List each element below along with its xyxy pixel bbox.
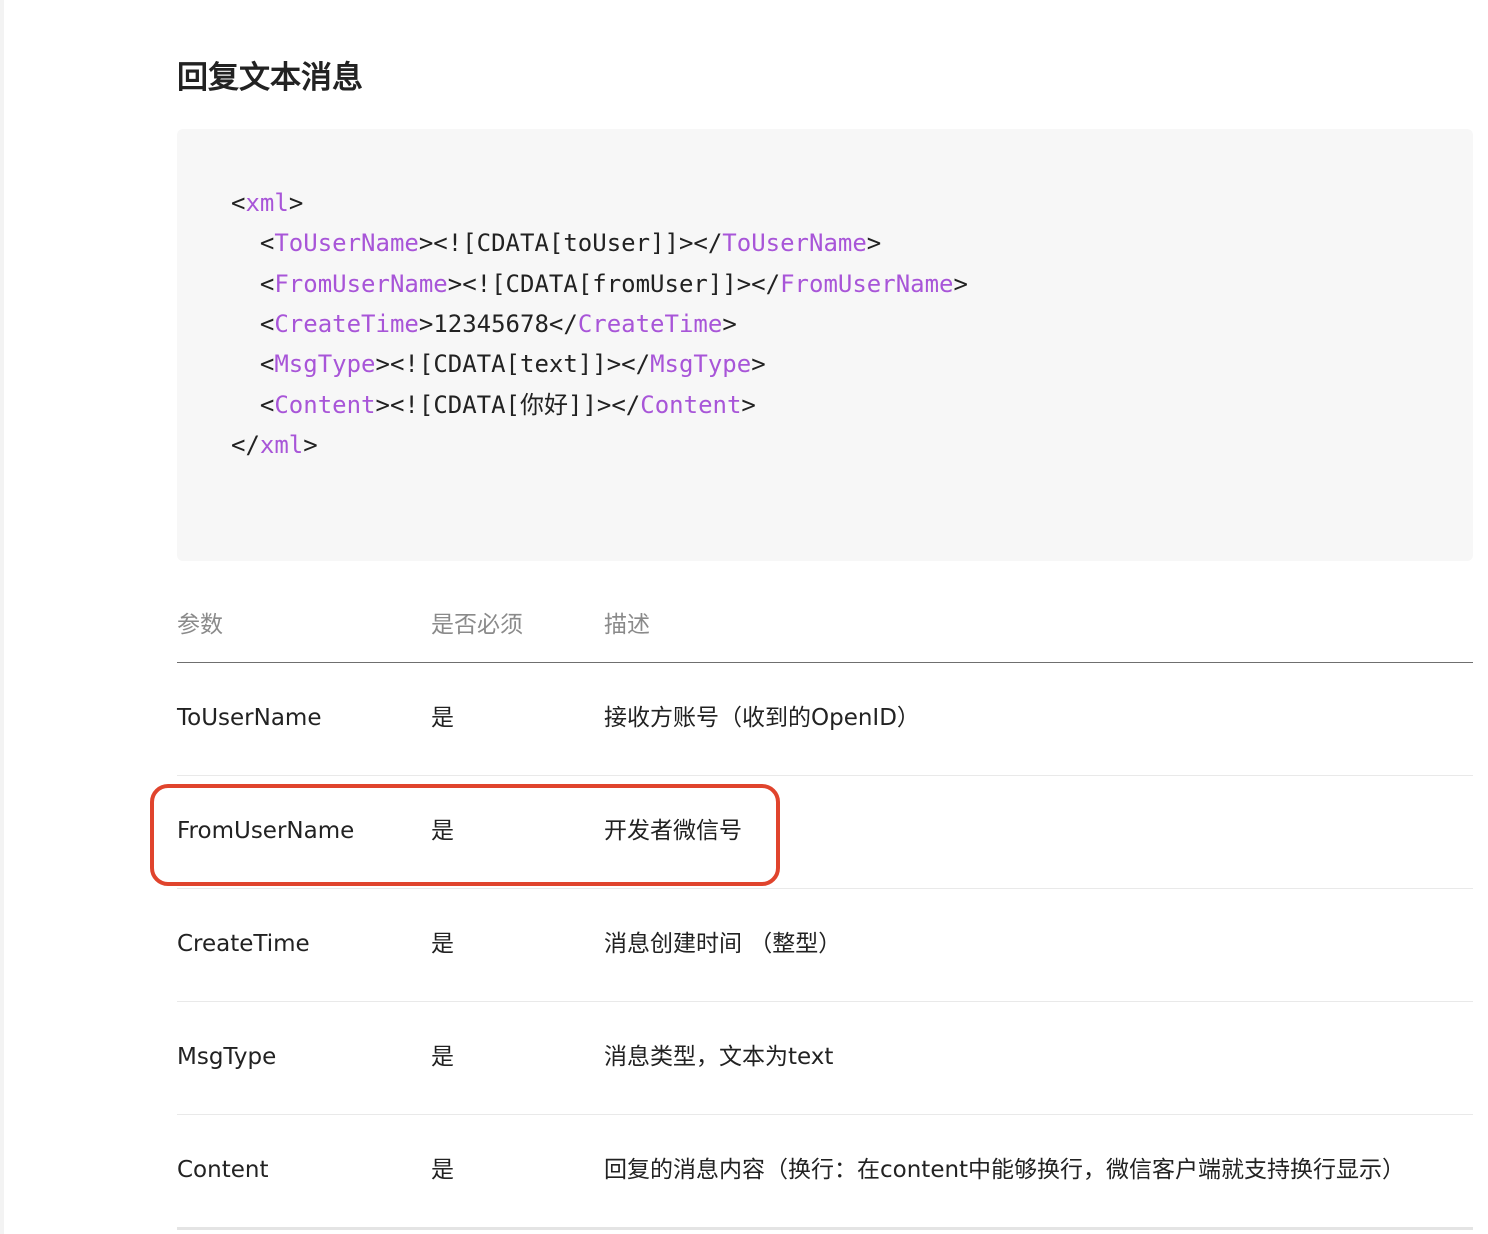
param-name: CreateTime [177, 931, 310, 957]
param-required: 是 [431, 1044, 454, 1070]
code-text: </ [231, 431, 260, 459]
code-text: > [953, 270, 968, 298]
code-tag-name: xml [245, 189, 289, 217]
code-line: <MsgType><![CDATA[text]]></MsgType> [231, 344, 766, 384]
code-tag-name: MsgType [274, 350, 376, 378]
code-line: <ToUserName><![CDATA[toUser]]></ToUserNa… [231, 223, 881, 263]
code-tag-name: MsgType [650, 350, 752, 378]
code-text: > [303, 431, 318, 459]
header-description: 描述 [604, 612, 650, 638]
code-text: > [751, 350, 766, 378]
param-description: 消息创建时间 （整型） [604, 931, 842, 957]
code-tag-name: CreateTime [274, 310, 419, 338]
code-text: < [231, 350, 275, 378]
code-text: ><![CDATA[text]]></ [375, 350, 651, 378]
param-required: 是 [431, 931, 454, 957]
table-row: ToUserName 是 接收方账号（收到的OpenID） [177, 663, 1473, 776]
header-param: 参数 [177, 612, 223, 638]
param-description: 接收方账号（收到的OpenID） [604, 705, 920, 731]
code-tag-name: Content [274, 391, 376, 419]
left-border [0, 0, 4, 1234]
param-name: Content [177, 1157, 269, 1183]
table-row: MsgType 是 消息类型，文本为text [177, 1002, 1473, 1115]
code-tag-name: ToUserName [274, 229, 419, 257]
code-line: </xml> [231, 425, 318, 465]
code-text: ><![CDATA[你好]]></ [375, 391, 641, 419]
code-tag-name: FromUserName [780, 270, 954, 298]
code-line: <FromUserName><![CDATA[fromUser]]></From… [231, 264, 968, 304]
param-name: ToUserName [177, 705, 322, 731]
code-text: < [231, 189, 246, 217]
param-name: FromUserName [177, 818, 355, 844]
code-text: > [866, 229, 882, 257]
code-tag-name: FromUserName [274, 270, 448, 298]
param-required: 是 [431, 1157, 454, 1183]
code-text: < [231, 229, 275, 257]
code-tag-name: ToUserName [722, 229, 867, 257]
code-block: <xml> <ToUserName><![CDATA[toUser]]></To… [177, 129, 1473, 561]
code-text: > [722, 310, 737, 338]
code-line: <CreateTime>12345678</CreateTime> [231, 304, 737, 344]
param-required: 是 [431, 705, 454, 731]
section-title: 回复文本消息 [177, 60, 363, 96]
code-line: <xml> [231, 183, 303, 223]
code-text: > [288, 189, 304, 217]
param-description: 回复的消息内容（换行：在content中能够换行，微信客户端就支持换行显示） [604, 1157, 1406, 1183]
code-text: < [231, 310, 275, 338]
code-tag-name: Content [640, 391, 742, 419]
code-tag-name: CreateTime [577, 310, 723, 338]
table-header: 参数 是否必须 描述 [177, 590, 1473, 663]
param-description: 开发者微信号 [604, 818, 742, 844]
param-name: MsgType [177, 1044, 277, 1070]
code-text: > [741, 391, 756, 419]
param-description: 消息类型，文本为text [604, 1044, 834, 1070]
code-tag-name: xml [259, 431, 304, 459]
params-table: 参数 是否必须 描述 ToUserName 是 接收方账号（收到的OpenID）… [177, 590, 1473, 1230]
table-row: CreateTime 是 消息创建时间 （整型） [177, 889, 1473, 1002]
code-text: ><![CDATA[toUser]]></ [418, 229, 723, 257]
code-text: < [231, 391, 275, 419]
table-row: FromUserName 是 开发者微信号 [177, 776, 1473, 889]
param-required: 是 [431, 818, 454, 844]
code-line: <Content><![CDATA[你好]]></Content> [231, 385, 756, 425]
code-text: ><![CDATA[fromUser]]></ [447, 270, 781, 298]
table-row: Content 是 回复的消息内容（换行：在content中能够换行，微信客户端… [177, 1115, 1473, 1230]
code-text: >12345678</ [418, 310, 578, 338]
code-text: < [231, 270, 275, 298]
header-required: 是否必须 [431, 612, 523, 638]
